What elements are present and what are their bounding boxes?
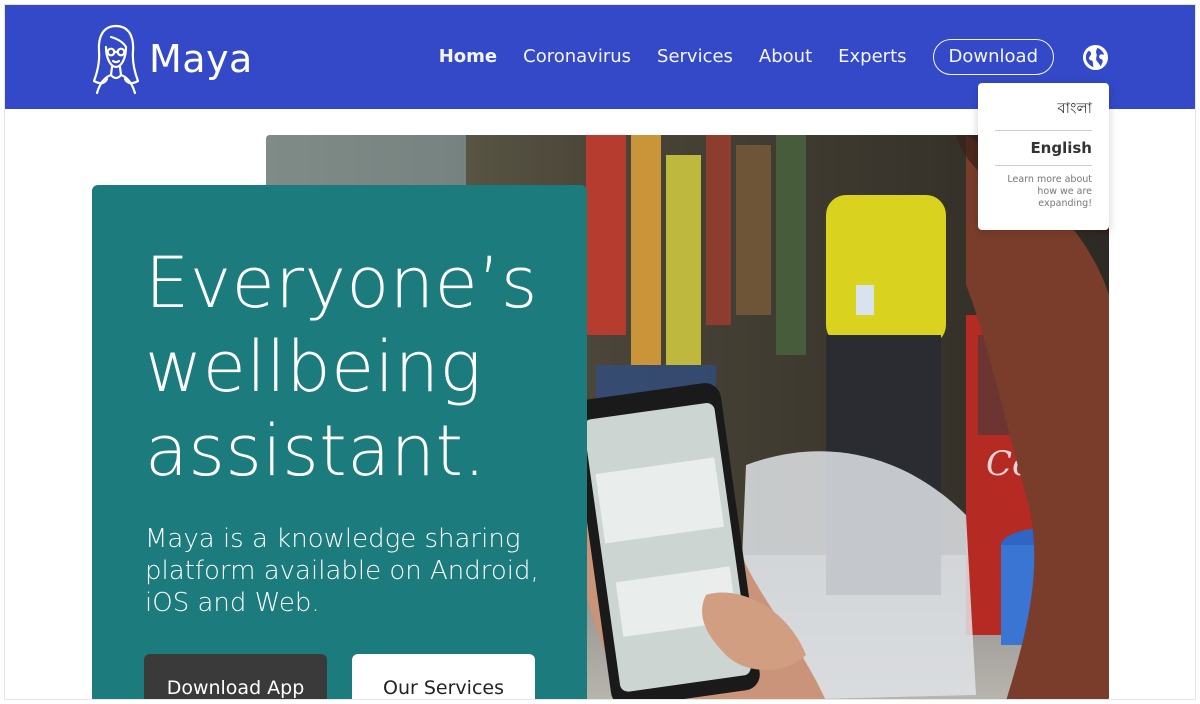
brand-name: Maya xyxy=(149,37,253,81)
page-frame: Maya Home Coronavirus Services About Exp… xyxy=(4,4,1196,700)
hero-card: Everyone’s wellbeing assistant. Maya is … xyxy=(92,185,587,699)
nav-about[interactable]: About xyxy=(759,39,812,75)
hero-headline: Everyone’s wellbeing assistant. xyxy=(145,242,538,492)
globe-icon[interactable] xyxy=(1082,44,1109,71)
download-button[interactable]: Download xyxy=(932,39,1054,75)
download-app-button[interactable]: Download App xyxy=(144,654,327,699)
hero-subtext: Maya is a knowledge sharing platform ava… xyxy=(145,524,539,618)
main-nav: Home Coronavirus Services About Experts … xyxy=(413,39,1109,75)
maya-woman-icon xyxy=(92,24,140,95)
brand-logo[interactable]: Maya xyxy=(91,23,253,95)
language-dropdown: বাংলা English Learn more about how we ar… xyxy=(978,83,1109,230)
nav-experts[interactable]: Experts xyxy=(838,39,906,75)
nav-coronavirus[interactable]: Coronavirus xyxy=(523,39,631,75)
nav-services[interactable]: Services xyxy=(657,39,733,75)
language-expansion-note[interactable]: Learn more about how we are expanding! xyxy=(995,174,1092,210)
language-option-english[interactable]: English xyxy=(995,139,1092,166)
nav-home[interactable]: Home xyxy=(439,39,497,75)
language-option-bangla[interactable]: বাংলা xyxy=(995,97,1092,131)
our-services-button[interactable]: Our Services xyxy=(352,654,535,699)
